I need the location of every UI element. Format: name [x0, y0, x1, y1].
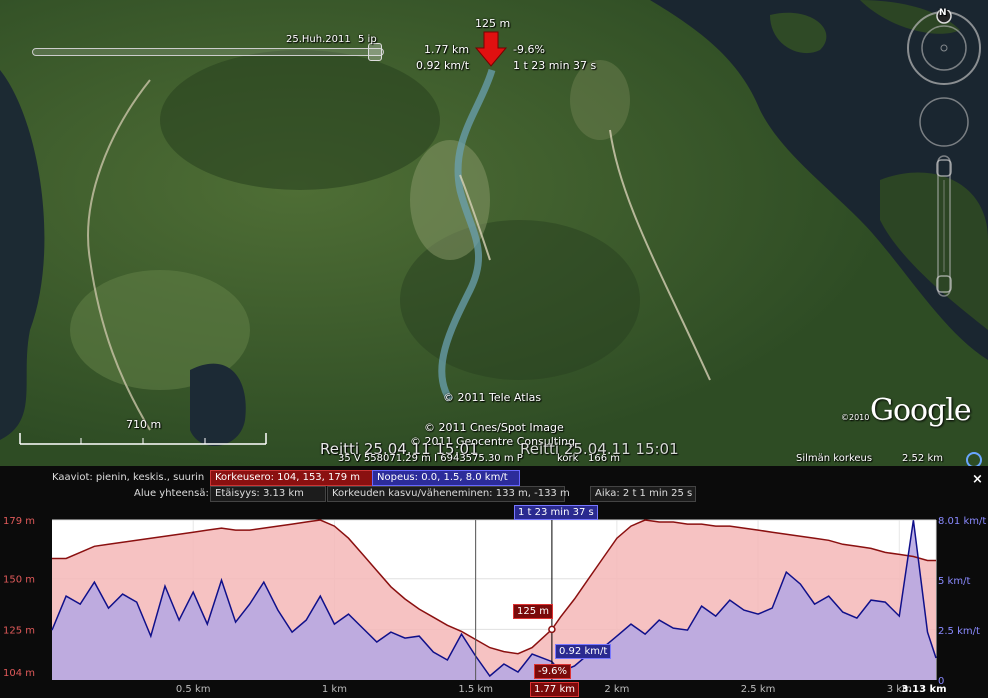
left-tick-label: 150 m — [3, 575, 35, 586]
right-axis: 2.5 km/t 5 km/t 8.01 km/t 0 — [938, 516, 986, 687]
x-tick-label: 1 km — [322, 684, 347, 695]
cursor-distance-tag: 1.77 km — [530, 682, 579, 697]
x-tick-label: 1.5 km — [458, 684, 493, 695]
left-axis: 104 m 125 m 150 m 179 m — [3, 516, 35, 679]
right-tick-label: 8.01 km/t — [938, 516, 986, 527]
elevation-speed-chart[interactable]: 0.5 km 1 km 1.5 km 2 km 2.5 km 3 km3.13 km 10… — [0, 0, 988, 698]
cursor-speed-tag: 0.92 km/t — [555, 644, 612, 659]
cursor-elevation-point — [548, 625, 556, 634]
right-tick-label: 2.5 km/t — [938, 626, 980, 637]
right-tick-zero: 0 — [938, 676, 944, 687]
left-tick-label: 104 m — [3, 668, 35, 679]
cursor-elevation-tag: 125 m — [513, 604, 554, 619]
right-tick-label: 5 km/t — [938, 576, 970, 587]
x-tick-label: 2.5 km — [741, 684, 776, 695]
left-tick-label: 125 m — [3, 625, 35, 636]
x-tick-label: 2 km — [604, 684, 629, 695]
left-tick-label: 179 m — [3, 516, 35, 527]
cursor-grade-tag: -9.6% — [534, 664, 572, 679]
cursor-time-tag: 1 t 23 min 37 s — [514, 505, 598, 520]
x-tick-label: 0.5 km — [176, 684, 211, 695]
